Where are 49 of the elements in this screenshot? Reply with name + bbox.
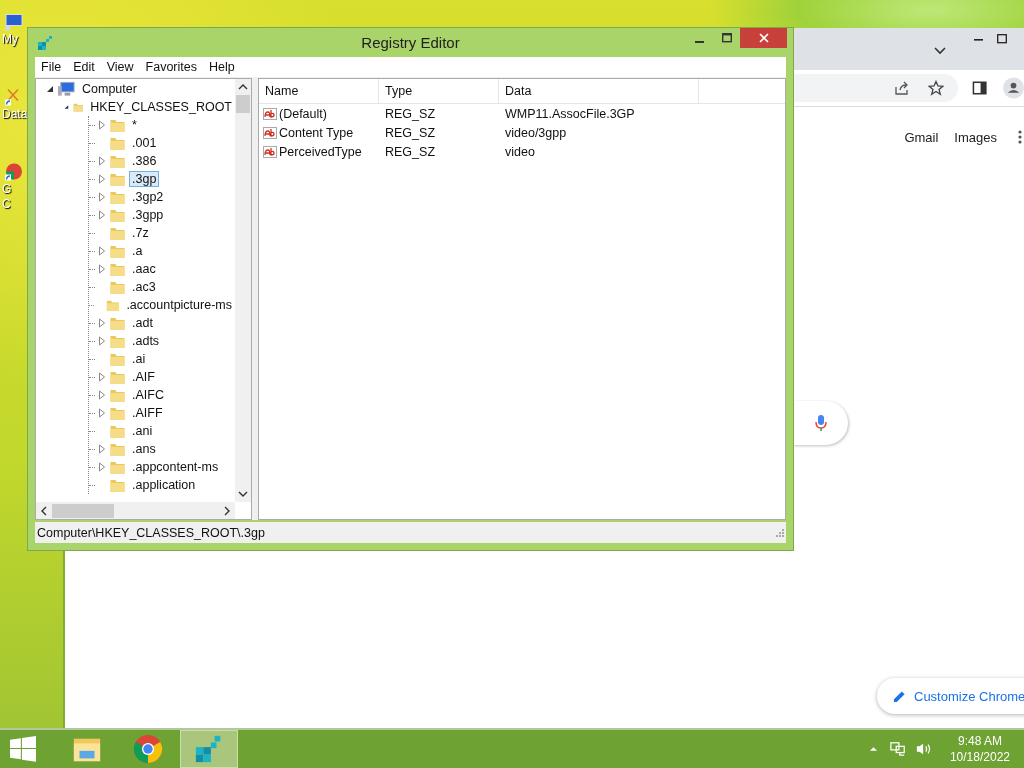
value-type: REG_SZ: [384, 144, 436, 159]
value-name[interactable]: (Default): [279, 106, 327, 121]
tree-item[interactable]: .3gpp: [129, 207, 167, 223]
tree-item[interactable]: .AIFF: [129, 405, 166, 421]
customize-chrome-button[interactable]: Customize Chrome: [877, 678, 1024, 714]
menu-item[interactable]: Favorites: [139, 60, 203, 74]
tree-item[interactable]: .ans: [129, 441, 159, 457]
tree-item[interactable]: .accountpicture-ms: [123, 297, 235, 313]
value-type: REG_SZ: [384, 106, 436, 121]
tree-item[interactable]: .AIFC: [129, 387, 167, 403]
tree-item[interactable]: .adt: [129, 315, 156, 331]
tree-item[interactable]: .ac3: [129, 279, 159, 295]
value-data: video/3gpp: [504, 125, 568, 140]
tree-item[interactable]: .appcontent-ms: [129, 459, 222, 475]
tree-item[interactable]: .7z: [129, 225, 152, 241]
column-header[interactable]: Type: [379, 79, 499, 103]
tree-item[interactable]: .386: [129, 153, 160, 169]
tree-item[interactable]: HKEY_CLASSES_ROOT: [87, 99, 235, 115]
tree-item[interactable]: .adts: [129, 333, 163, 349]
tree-item[interactable]: *: [129, 117, 140, 133]
value-data: video: [504, 144, 536, 159]
value-type: REG_SZ: [384, 125, 436, 140]
menu-item[interactable]: File: [35, 60, 68, 74]
tree-item[interactable]: .001: [129, 135, 160, 151]
menu-item[interactable]: Help: [203, 60, 241, 74]
tree-item[interactable]: .a: [129, 243, 146, 259]
value-name[interactable]: Content Type: [279, 125, 354, 140]
tree-item[interactable]: .application: [129, 477, 199, 493]
window-title: Registry Editor: [361, 34, 460, 51]
tree-item[interactable]: .3gp2: [129, 189, 167, 205]
tree-item[interactable]: .aac: [129, 261, 159, 277]
tree-item[interactable]: .ai: [129, 351, 149, 367]
menu-item[interactable]: Edit: [67, 60, 101, 74]
tree-item[interactable]: .ani: [129, 423, 156, 439]
tree-item[interactable]: .3gp: [129, 171, 160, 187]
desktop-icon-label: G: [1, 182, 12, 197]
tree-item[interactable]: .AIF: [129, 369, 158, 385]
desktop-icon-label: My: [1, 32, 18, 47]
column-header[interactable]: Data: [499, 79, 699, 103]
header-link[interactable]: Images: [954, 129, 997, 145]
desktop-icon-label: C: [1, 197, 11, 212]
tree-item[interactable]: Computer: [79, 81, 140, 97]
value-data: WMP11.AssocFile.3GP: [504, 106, 636, 121]
menu-item[interactable]: View: [100, 60, 140, 74]
value-name[interactable]: PerceivedType: [279, 144, 362, 159]
desktop-icon-label: Data: [1, 107, 28, 122]
header-link[interactable]: Gmail: [904, 129, 939, 145]
column-header[interactable]: Name: [259, 79, 379, 103]
status-path: Computer\HKEY_CLASSES_ROOT\.3gp: [37, 525, 265, 540]
